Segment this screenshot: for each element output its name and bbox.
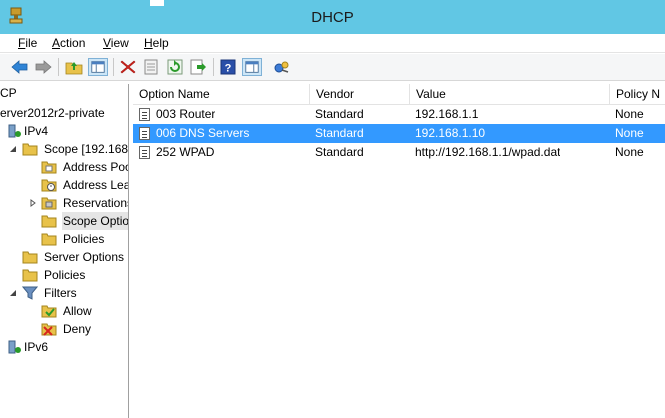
option-icon (139, 127, 150, 140)
properties-icon[interactable] (141, 58, 161, 76)
tree-item-address-leases[interactable]: Address Leas (0, 176, 128, 194)
help-icon[interactable]: ? (218, 58, 238, 76)
tree-item-scope-options[interactable]: Scope Optio (0, 212, 128, 230)
tree-item-reservations[interactable]: Reservations (0, 194, 128, 212)
back-arrow-icon[interactable] (10, 58, 30, 76)
address-pool-icon (41, 161, 57, 174)
menu-action[interactable]: Action (52, 36, 85, 50)
tree-item-dhcp-root[interactable]: CP (0, 84, 128, 102)
column-header-option-name[interactable]: Option Name (133, 84, 310, 105)
window-control-strip[interactable] (150, 0, 164, 6)
policies-folder-icon (22, 269, 38, 282)
menu-file[interactable]: File (18, 36, 37, 50)
column-header-policy-name[interactable]: Policy N (610, 84, 665, 105)
toolbar-separator (113, 58, 114, 76)
tree-item-ipv4[interactable]: IPv4 (0, 122, 128, 140)
refresh-icon[interactable] (165, 58, 185, 76)
tree-item-server-policies[interactable]: Policies (0, 266, 128, 284)
address-leases-icon (41, 179, 57, 192)
table-row-selected[interactable]: 006 DNS Servers Standard 192.168.1.10 No… (133, 124, 665, 143)
filters-icon (22, 286, 38, 300)
up-folder-icon[interactable] (64, 58, 84, 76)
tree-item-server[interactable]: erver2012r2-private (0, 104, 128, 122)
menu-help[interactable]: Help (144, 36, 169, 50)
tree-item-scope[interactable]: Scope [192.168.1 (0, 140, 128, 158)
list-header: Option Name Vendor Value Policy N (133, 84, 665, 105)
tree-item-ipv6[interactable]: IPv6 (0, 338, 128, 356)
column-header-vendor[interactable]: Vendor (310, 84, 410, 105)
option-icon (139, 108, 150, 121)
export-list-icon[interactable] (188, 58, 208, 76)
option-icon (139, 146, 150, 159)
toolbar: ? (0, 54, 665, 81)
reservations-icon (41, 197, 57, 210)
ipv6-icon (8, 340, 21, 354)
forward-arrow-icon[interactable] (33, 58, 53, 76)
options-list[interactable]: Option Name Vendor Value Policy N 003 Ro… (133, 84, 665, 418)
table-row[interactable]: 252 WPAD Standard http://192.168.1.1/wpa… (133, 143, 665, 162)
tree-item-deny[interactable]: Deny (0, 320, 128, 338)
delete-icon[interactable] (118, 58, 138, 76)
collapse-arrow-icon[interactable] (9, 145, 17, 153)
toolbar-separator (213, 58, 214, 76)
expand-arrow-icon[interactable] (29, 199, 37, 207)
toolbar-separator (58, 58, 59, 76)
title-bar: DHCP (0, 0, 665, 34)
allow-icon (41, 305, 57, 318)
menu-bar: File Action View Help (0, 34, 665, 53)
column-header-value[interactable]: Value (410, 84, 610, 105)
show-hide-tree-icon[interactable] (88, 58, 108, 76)
policies-folder-icon (41, 233, 57, 246)
show-hide-action-pane-icon[interactable] (242, 58, 262, 76)
ipv4-icon (8, 124, 21, 138)
collapse-arrow-icon[interactable] (9, 289, 17, 297)
tree-item-allow[interactable]: Allow (0, 302, 128, 320)
tree-item-filters[interactable]: Filters (0, 284, 128, 302)
console-tree[interactable]: CP erver2012r2-private IPv4 Scope [192.1… (0, 84, 129, 418)
tree-item-scope-policies[interactable]: Policies (0, 230, 128, 248)
window-title: DHCP (311, 9, 354, 26)
deny-icon (41, 323, 57, 336)
tree-item-server-options[interactable]: Server Options (0, 248, 128, 266)
scope-options-icon (41, 215, 57, 228)
dhcp-options-icon[interactable] (272, 58, 292, 76)
menu-view[interactable]: View (103, 36, 129, 50)
tree-item-address-pool[interactable]: Address Poo (0, 158, 128, 176)
table-row[interactable]: 003 Router Standard 192.168.1.1 None (133, 105, 665, 124)
server-options-icon (22, 251, 38, 264)
svg-text:?: ? (225, 63, 232, 75)
scope-folder-icon (22, 143, 38, 156)
